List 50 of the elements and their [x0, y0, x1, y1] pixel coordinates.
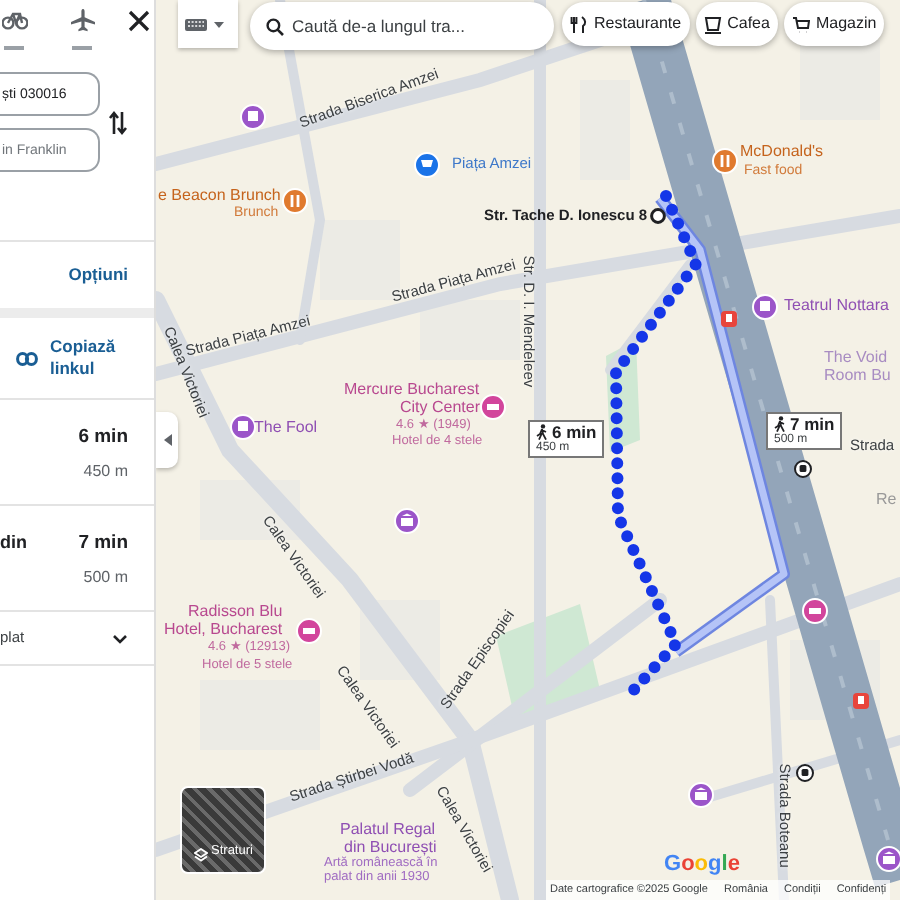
- map-logo: Google: [664, 850, 740, 880]
- keyboard-icon: [184, 17, 208, 31]
- layers-icon: [193, 848, 208, 862]
- map-label: Radisson Blu: [188, 604, 283, 620]
- map-label: Mercure Bucharest: [344, 382, 480, 398]
- map-label: Room Bu: [824, 368, 891, 384]
- map-label: Re: [876, 492, 897, 508]
- map-label: e Beacon Brunch: [158, 188, 281, 204]
- copy-link[interactable]: Copiază linkul: [50, 336, 130, 380]
- map-label: Hotel, Bucharest: [164, 622, 283, 638]
- route-distance: 450 m: [83, 460, 128, 485]
- swap-icon[interactable]: [108, 109, 128, 135]
- metro-stop-icon[interactable]: [796, 764, 814, 782]
- category-chip[interactable]: Magazin: [783, 2, 885, 46]
- chevron-down-icon[interactable]: [112, 633, 128, 643]
- destination-marker-icon: [650, 208, 666, 224]
- keyboard-button[interactable]: [178, 0, 238, 48]
- metro-stop-icon[interactable]: [794, 460, 812, 478]
- search-icon: [266, 17, 284, 35]
- walking-person-icon: [774, 416, 786, 433]
- map-label: McDonald's: [740, 144, 824, 160]
- transit-stop-icon[interactable]: [720, 310, 738, 328]
- walking-person-icon: [536, 424, 548, 441]
- map-label: City Center: [400, 400, 481, 416]
- map-label: Palatul Regal: [340, 822, 436, 838]
- caret-left-icon: [163, 434, 171, 446]
- route-time: 6 min: [78, 424, 128, 452]
- shopping-cart-icon: [791, 15, 810, 33]
- transit-stop-icon[interactable]: [852, 692, 870, 710]
- category-chip[interactable]: Restaurante: [562, 2, 690, 46]
- collapse-panel-button[interactable]: [156, 412, 178, 468]
- search-field[interactable]: Caută de-a lungul tra...: [250, 2, 554, 50]
- route-name: din: [0, 530, 27, 556]
- map-label: The Fool: [254, 420, 318, 436]
- route-option[interactable]: 6 min 450 m: [0, 400, 154, 504]
- coffee-cup-icon: [703, 15, 722, 33]
- airplane-icon[interactable]: [69, 8, 95, 32]
- close-icon[interactable]: [128, 10, 150, 32]
- map-label: The Void: [824, 350, 888, 366]
- museum-pin-icon[interactable]: [876, 846, 900, 872]
- route-time: 7 min: [78, 530, 128, 558]
- fork-knife-icon: [570, 15, 588, 33]
- route-option[interactable]: din 7 min 500 m: [0, 506, 154, 610]
- bicycle-icon[interactable]: [1, 8, 27, 30]
- map-label: Teatrul Nottara: [784, 298, 889, 314]
- route-distance: 500 m: [83, 566, 128, 591]
- options-link[interactable]: Opțiuni: [68, 262, 128, 288]
- link-icon[interactable]: [16, 351, 38, 365]
- caret-down-icon: [214, 21, 224, 27]
- map-label: din București: [344, 840, 437, 856]
